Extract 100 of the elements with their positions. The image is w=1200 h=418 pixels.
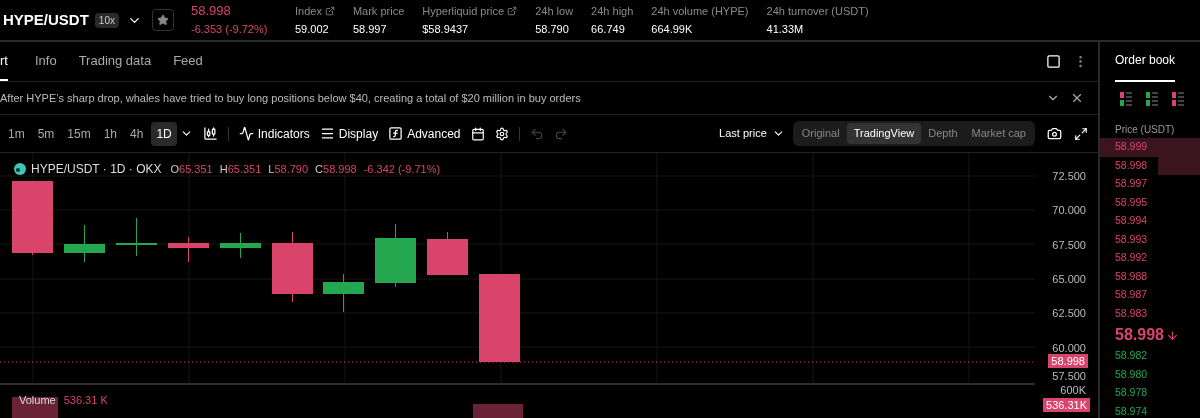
candle — [272, 231, 313, 303]
volume-label: Volume — [19, 393, 56, 408]
function-icon — [388, 126, 404, 141]
volume-value: 536.31 K — [63, 393, 108, 408]
ohlc-value: L58.790 — [268, 161, 309, 177]
price-axis-label: 60.000 — [1052, 341, 1086, 354]
candle — [116, 217, 157, 257]
toolbar-button[interactable]: Display — [319, 124, 379, 143]
candlestick-icon[interactable] — [202, 126, 218, 141]
stat-value: 59.002 — [295, 22, 330, 37]
last-price: 58.998 — [191, 2, 232, 20]
stat-label: 24h volume (HYPE) — [651, 4, 749, 19]
chart-symbol: HYPE/USDT · 1D · OKX — [31, 161, 162, 178]
ask-price: 58.993 — [1115, 231, 1148, 247]
bid-price: 58.974 — [1115, 403, 1148, 418]
bid-price: 58.982 — [1115, 348, 1148, 364]
ohlc-value: H65.351 — [219, 161, 262, 177]
coin-logo-icon — [14, 163, 26, 175]
tab[interactable]: Feed — [173, 42, 203, 81]
price-axis-label: 57.500 — [1052, 370, 1086, 382]
view-tab[interactable]: TradingView — [846, 123, 922, 144]
star-icon — [157, 14, 169, 26]
candle — [168, 236, 209, 263]
price-axis-label: 67.500 — [1052, 238, 1086, 251]
stat-label: 24h low — [535, 4, 574, 19]
price-axis-label: 62.500 — [1052, 307, 1086, 320]
ask-price: 58.995 — [1115, 194, 1148, 210]
tab[interactable]: Info — [34, 42, 57, 81]
volume-bar — [12, 397, 58, 418]
stat-value: 41.33M — [766, 22, 805, 37]
stat-label: 24h high — [591, 4, 634, 19]
camera-icon[interactable] — [1047, 126, 1062, 141]
ask-price: 58.988 — [1115, 268, 1148, 284]
stat-value: 66.749 — [591, 22, 626, 37]
tab[interactable]: Trading data — [78, 42, 152, 81]
ask-price: 58.983 — [1115, 305, 1148, 321]
interval-button[interactable]: 15m — [62, 121, 96, 146]
interval-button[interactable]: 1m — [3, 121, 30, 146]
volume-bar — [473, 404, 523, 418]
ask-price: 58.992 — [1115, 250, 1148, 266]
ohlc-value: C58.998 — [315, 161, 357, 177]
ohlc-change: -6.342 (-9.71%) — [363, 161, 441, 177]
settings-icon[interactable] — [494, 126, 509, 141]
ask-price: 58.987 — [1115, 287, 1148, 303]
layout-icon[interactable] — [1046, 54, 1061, 69]
ask-price: 58.994 — [1115, 213, 1148, 229]
price-axis-label: 72.500 — [1052, 170, 1086, 182]
bid-price: 58.980 — [1115, 366, 1148, 382]
price-axis-label: 65.000 — [1052, 272, 1086, 285]
stat-value: 664.99K — [651, 22, 694, 37]
ask-price: 58.997 — [1115, 176, 1148, 192]
view-tab[interactable]: Original — [794, 123, 847, 144]
interval-button[interactable]: 5m — [32, 121, 60, 146]
last-price-tag: 58.998 — [1048, 354, 1088, 368]
stat-label: Index — [295, 4, 322, 19]
price-source-dropdown[interactable]: Last price — [719, 125, 785, 142]
leverage-badge: 10x — [94, 12, 119, 28]
interval-button[interactable]: 1D — [151, 121, 177, 146]
stat-value: 58.790 — [535, 22, 570, 37]
calendar-icon[interactable] — [470, 126, 485, 141]
pair-title: HYPE/USDT — [3, 9, 89, 30]
external-link-icon[interactable] — [324, 6, 335, 16]
order-book-view-icon[interactable] — [1172, 91, 1184, 106]
order-book-tab[interactable]: Order book — [1115, 51, 1176, 82]
order-book-last-price: 58.998 — [1115, 325, 1164, 345]
candle — [64, 224, 105, 263]
favorite-button[interactable] — [152, 9, 174, 31]
stat-value: 58.997 — [352, 22, 388, 37]
order-book-view-icon[interactable] — [1146, 91, 1158, 106]
price-column-header: Price (USDT) — [1114, 123, 1176, 137]
ohlc-value: O65.351 — [170, 161, 213, 177]
ask-price: 58.999 — [1115, 139, 1148, 155]
stat-label: Mark price — [352, 4, 405, 19]
news-headline[interactable]: After HYPE’s sharp drop, whales have tried to buy long positions below $40, creating a total of $20 million in buy orders — [0, 89, 581, 107]
view-tab[interactable]: Depth — [921, 123, 965, 144]
toolbar-button[interactable]: Advanced — [388, 124, 461, 143]
external-link-icon[interactable] — [507, 6, 518, 16]
ask-price: 58.998 — [1115, 157, 1148, 173]
view-tab[interactable]: Market cap — [964, 123, 1033, 144]
candle — [375, 223, 416, 288]
arrow-down-icon — [1165, 328, 1179, 342]
price-axis-label: 70.000 — [1052, 204, 1086, 217]
toolbar-button[interactable]: Indicators — [238, 124, 310, 143]
expand-icon[interactable] — [1074, 126, 1088, 141]
stat-label: 24h turnover (USDT) — [766, 4, 869, 19]
tab[interactable]: rt — [0, 42, 8, 81]
stat-label: Hyperliquid price — [422, 4, 505, 19]
candle — [323, 273, 364, 313]
interval-button[interactable]: 4h — [125, 121, 149, 146]
order-book-view-icon[interactable] — [1120, 91, 1132, 106]
price-change: -6.353 (-9.72%) — [191, 22, 269, 37]
display-icon — [319, 126, 335, 141]
candle — [220, 232, 261, 259]
volume-axis-label: 600K — [1060, 384, 1086, 396]
interval-button[interactable]: 1h — [98, 121, 123, 146]
close-icon[interactable] — [1070, 91, 1084, 105]
candle — [427, 231, 468, 276]
stat-value: $58.9437 — [422, 22, 470, 37]
volume-tag: 536.31K — [1043, 398, 1090, 412]
bid-price: 58.978 — [1115, 385, 1148, 401]
